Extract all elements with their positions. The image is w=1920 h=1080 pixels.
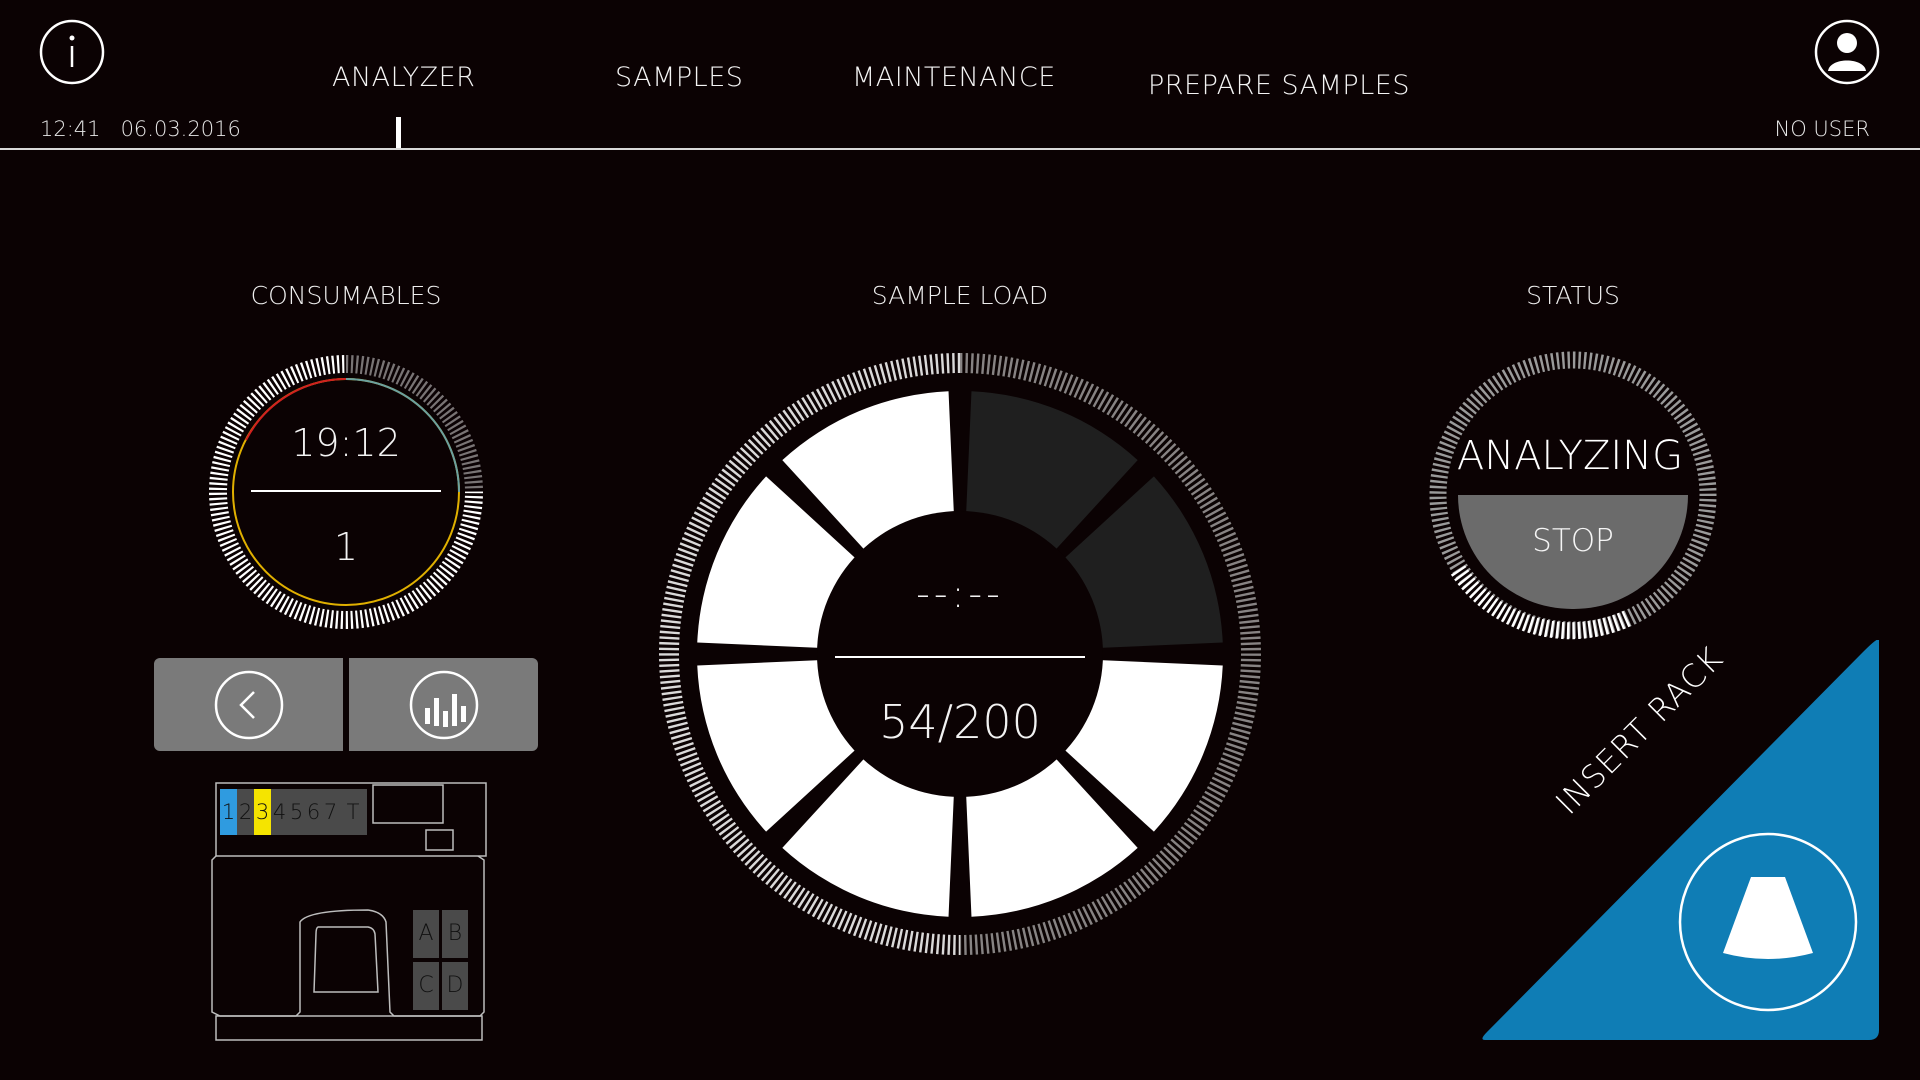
stop-label: STOP	[1532, 523, 1614, 559]
statistics-button[interactable]	[349, 658, 538, 751]
sample-load-count: 54/200	[879, 695, 1041, 749]
consumables-gauge[interactable]: 19:12 1	[206, 352, 486, 632]
rack-icon	[1723, 877, 1813, 959]
info-button[interactable]	[39, 19, 105, 85]
status-state: ANALYZING	[1456, 433, 1684, 479]
bay-b[interactable]: B	[442, 910, 468, 958]
consumables-dial	[209, 354, 484, 629]
tab-samples[interactable]: SAMPLES	[615, 62, 743, 93]
tray-slot-1[interactable]: 1	[220, 789, 237, 835]
tab-analyzer[interactable]: ANALYZER	[332, 62, 475, 93]
tray-slot-6[interactable]: 6	[305, 789, 322, 835]
tab-prepare-samples[interactable]: PREPARE SAMPLES	[1148, 70, 1410, 101]
active-tab-indicator	[396, 117, 401, 149]
sample-load-gauge[interactable]: --:-- 54/200	[655, 349, 1265, 959]
bar-chart-icon	[409, 670, 478, 739]
analyzer-illustration[interactable]: 1 2 3 4 5 6 7 T A B C D	[208, 782, 488, 1042]
tray-slot-4[interactable]: 4	[271, 789, 288, 835]
user-button[interactable]	[1814, 19, 1880, 85]
consumables-time: 19:12	[291, 421, 401, 465]
consumables-title: CONSUMABLES	[250, 281, 442, 310]
back-button[interactable]	[154, 658, 343, 751]
sample-load-time: --:--	[916, 572, 1004, 616]
current-time: 12:41	[40, 117, 101, 141]
bay-c[interactable]: C	[413, 962, 439, 1010]
bay-a[interactable]: A	[413, 910, 439, 958]
sample-load-dial	[659, 352, 1263, 956]
clock: 12:41 06.03.2016	[40, 117, 241, 141]
tray-slot-2[interactable]: 2	[237, 789, 254, 835]
current-date: 06.03.2016	[120, 117, 241, 141]
bay-d[interactable]: D	[442, 962, 468, 1010]
tray-slot-7[interactable]: 7	[322, 789, 339, 835]
info-icon	[39, 19, 105, 85]
tray-slot-t[interactable]: T	[339, 789, 367, 835]
chevron-left-icon	[214, 670, 283, 739]
tab-maintenance[interactable]: MAINTENANCE	[852, 62, 1056, 93]
tray-slot-3[interactable]: 3	[254, 789, 271, 835]
sample-load-title: SAMPLE LOAD	[871, 281, 1049, 310]
status-title: STATUS	[1526, 281, 1620, 310]
header-divider	[0, 148, 1920, 150]
current-user-label: NO USER	[1774, 117, 1870, 141]
consumables-count: 1	[333, 525, 359, 569]
tray-slot-5[interactable]: 5	[288, 789, 305, 835]
user-icon	[1814, 19, 1880, 85]
